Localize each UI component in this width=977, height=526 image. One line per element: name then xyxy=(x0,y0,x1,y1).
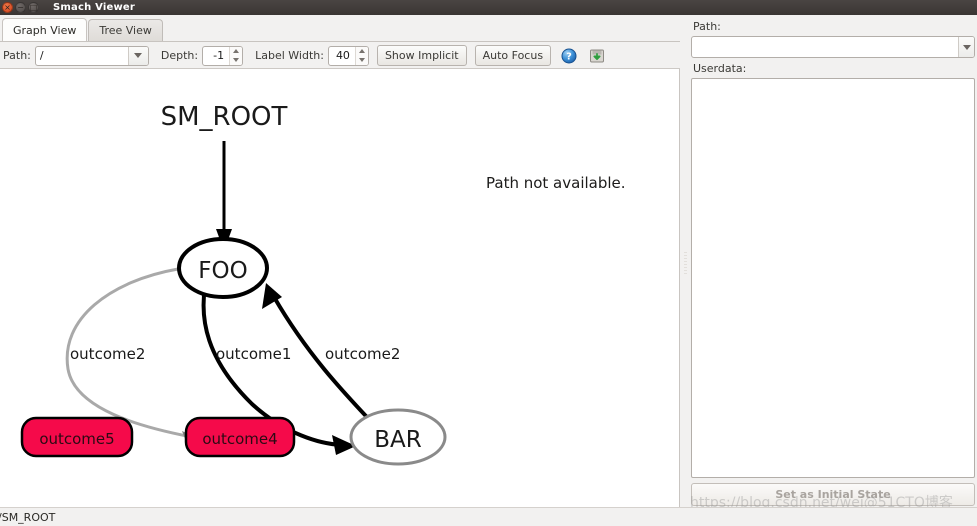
save-button[interactable] xyxy=(587,46,607,66)
tab-bar: Graph View Tree View xyxy=(0,15,680,42)
maximize-button[interactable]: □ xyxy=(28,2,39,13)
graph-canvas[interactable]: SM_ROOT FOO BAR outcome5 outcome4 outcom… xyxy=(0,69,680,507)
window-title: Smach Viewer xyxy=(53,2,136,13)
label-width-spinner-down[interactable] xyxy=(356,56,368,65)
depth-spinner-value: -1 xyxy=(213,49,225,62)
label-width-spinner[interactable]: 40 xyxy=(327,45,369,66)
label-width-spinner-up[interactable] xyxy=(356,47,368,56)
caret-up-icon xyxy=(233,49,240,53)
svg-text:?: ? xyxy=(566,51,572,62)
close-icon: × xyxy=(4,3,11,12)
minimize-button[interactable]: − xyxy=(15,2,26,13)
label-width-label: Label Width: xyxy=(255,49,324,62)
maximize-icon: □ xyxy=(29,3,38,12)
graph-node-foo-label: FOO xyxy=(198,258,247,284)
save-icon xyxy=(590,49,605,62)
path-combobox[interactable]: / xyxy=(34,45,149,66)
graph-root-label: SM_ROOT xyxy=(161,102,288,132)
details-path-label: Path: xyxy=(693,20,721,33)
details-panel: Path: Userdata: Set as Initial State xyxy=(689,15,977,510)
path-combobox-value: / xyxy=(39,49,44,62)
depth-spinner-down[interactable] xyxy=(230,56,242,65)
tab-tree-view[interactable]: Tree View xyxy=(88,19,163,41)
chevron-down-icon xyxy=(962,44,971,50)
status-bar-text: /SM_ROOT xyxy=(0,510,56,524)
window-titlebar: × − □ Smach Viewer xyxy=(0,0,977,15)
graph-node-bar[interactable]: BAR xyxy=(349,408,447,466)
edge-label-outcome1: outcome1 xyxy=(216,345,291,363)
caret-down-icon xyxy=(233,58,240,62)
edge-root-to-foo xyxy=(216,141,232,251)
state-machine-graph: SM_ROOT FOO BAR outcome5 outcome4 outcom… xyxy=(20,102,447,466)
graph-toolbar: Path: / Depth: -1 Label Width: 40 Show I… xyxy=(0,43,680,69)
smach-viewer-window: × − □ Smach Viewer Graph View Tree View … xyxy=(0,0,977,526)
graph-node-outcome5[interactable]: outcome5 xyxy=(20,416,134,458)
label-width-spinner-buttons[interactable] xyxy=(354,46,368,65)
label-width-spinner-value: 40 xyxy=(335,49,350,62)
userdata-label: Userdata: xyxy=(693,62,747,75)
userdata-textarea[interactable] xyxy=(691,78,975,478)
path-combobox-arrow[interactable] xyxy=(127,46,148,65)
details-path-combobox-arrow[interactable] xyxy=(958,37,974,57)
graph-node-outcome5-label: outcome5 xyxy=(39,430,114,448)
set-as-initial-state-button[interactable]: Set as Initial State xyxy=(691,483,975,506)
edge-label-outcome2-left: outcome2 xyxy=(70,345,145,363)
graph-node-outcome4-label: outcome4 xyxy=(202,430,277,448)
minimize-icon: − xyxy=(17,3,24,12)
caret-up-icon xyxy=(358,49,365,53)
path-label: Path: xyxy=(3,49,31,62)
details-path-combobox[interactable] xyxy=(691,36,975,58)
depth-spinner-buttons[interactable] xyxy=(229,46,243,65)
depth-spinner[interactable]: -1 xyxy=(202,45,244,66)
status-bar: /SM_ROOT xyxy=(0,507,977,526)
chevron-down-icon xyxy=(134,53,143,58)
auto-focus-button[interactable]: Auto Focus xyxy=(474,45,552,66)
splitter-grip xyxy=(683,251,687,274)
help-button[interactable]: ? xyxy=(559,46,579,66)
show-implicit-button[interactable]: Show Implicit xyxy=(376,45,467,66)
caret-down-icon xyxy=(358,58,365,62)
graph-node-bar-label: BAR xyxy=(374,427,422,453)
tab-graph-view[interactable]: Graph View xyxy=(2,18,88,41)
edge-label-outcome2-right: outcome2 xyxy=(325,345,400,363)
graph-node-outcome4[interactable]: outcome4 xyxy=(184,416,296,458)
depth-label: Depth: xyxy=(160,49,199,62)
graph-node-foo[interactable]: FOO xyxy=(177,237,269,299)
tab-graph-view-label: Graph View xyxy=(13,23,77,37)
help-icon: ? xyxy=(561,48,577,63)
close-button[interactable]: × xyxy=(2,2,13,13)
path-not-available-message: Path not available. xyxy=(486,174,626,192)
tab-tree-view-label: Tree View xyxy=(99,24,152,37)
panel-splitter[interactable] xyxy=(681,15,689,510)
depth-spinner-up[interactable] xyxy=(230,47,242,56)
